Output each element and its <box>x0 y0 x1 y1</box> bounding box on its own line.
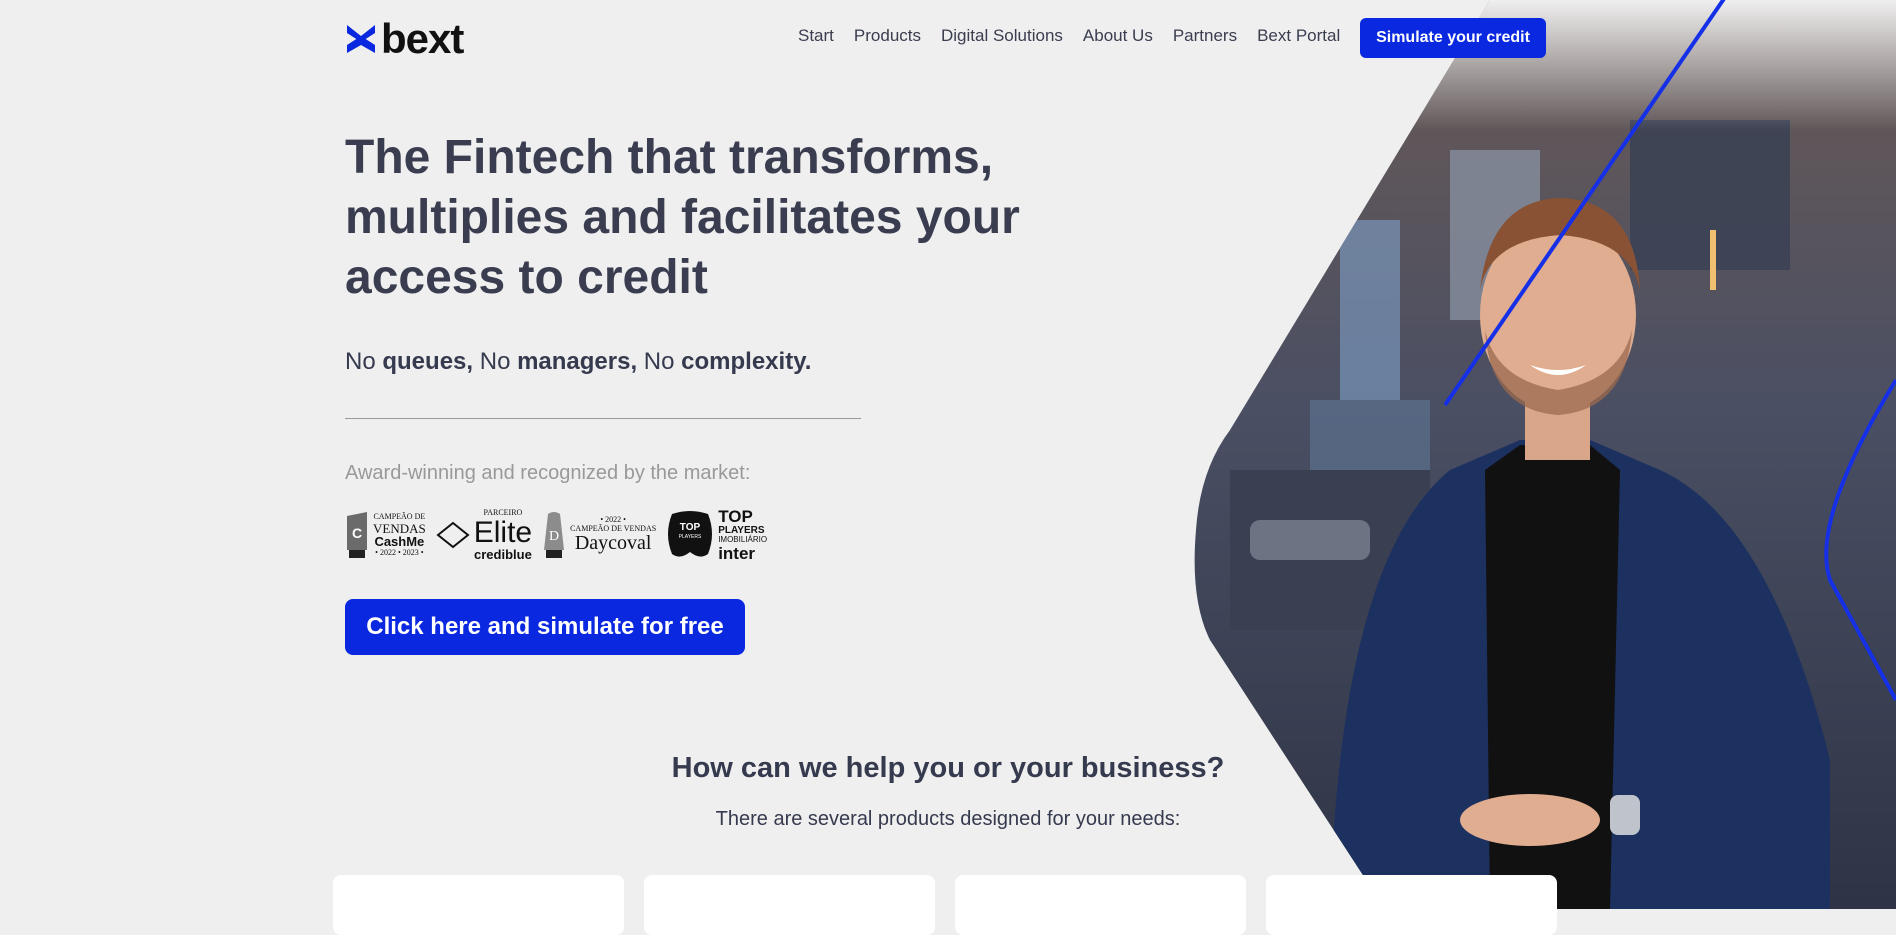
product-card[interactable] <box>1266 875 1557 935</box>
diamond-icon <box>436 522 470 549</box>
award-cashme-line3: CashMe <box>374 534 425 550</box>
award-elite-line2: Elite <box>473 515 533 549</box>
simulate-free-button[interactable]: Click here and simulate for free <box>345 599 745 655</box>
subline-keyword: complexity. <box>681 348 812 375</box>
subline-keyword: managers, <box>517 348 638 375</box>
top-badge-small-text: PLAYERS <box>679 534 702 540</box>
product-cards <box>333 875 1557 935</box>
award-inter-line4: inter <box>718 543 756 563</box>
nav-item-partners[interactable]: Partners <box>1173 26 1237 46</box>
subline-part: No <box>637 348 682 375</box>
products-subtitle: There are several products designed for … <box>715 808 1181 830</box>
award-cashme-line4: • 2022 • 2023 • <box>375 547 424 557</box>
simulate-credit-button[interactable]: Simulate your credit <box>1360 18 1546 58</box>
nav-item-start[interactable]: Start <box>798 26 834 46</box>
subline-part: No <box>473 348 518 375</box>
award-daycoval: D • 2022 • CAMPEÃO DE VENDAS Daycoval <box>542 512 656 559</box>
awards-row: C CAMPEÃO DE VENDAS CashMe • 2022 • 2023… <box>345 508 767 563</box>
hero-headline: The Fintech that transforms, multiplies … <box>345 131 1020 304</box>
award-daycoval-line3: Daycoval <box>574 532 652 555</box>
award-crediblue-elite: PARCEIRO Elite crediblue <box>436 508 533 562</box>
award-inter-top-players: TOP PLAYERS TOP PLAYERS IMOBILIÁRIO inte… <box>666 508 767 563</box>
nav-item-products[interactable]: Products <box>854 26 921 46</box>
bext-logo-icon <box>347 25 375 53</box>
product-card[interactable] <box>955 875 1246 935</box>
award-elite-line3: crediblue <box>474 546 532 562</box>
products-title: How can we help you or your business? <box>671 752 1225 784</box>
subline-keyword: queues, <box>382 348 474 375</box>
award-cashme: C CAMPEÃO DE VENDAS CashMe • 2022 • 2023… <box>345 512 426 559</box>
svg-text:D: D <box>549 529 559 544</box>
nav-item-bext-portal[interactable]: Bext Portal <box>1257 26 1340 46</box>
hero-subline: No queues, No managers, No complexity. <box>345 348 811 376</box>
trophy-icon: C <box>347 512 367 559</box>
product-card[interactable] <box>644 875 935 935</box>
brand-wordmark: bext <box>381 15 464 62</box>
award-inter-line1: TOP <box>718 507 753 526</box>
product-card[interactable] <box>333 875 624 935</box>
top-badge-text: TOP <box>680 522 701 533</box>
award-cashme-line2: VENDAS <box>373 520 426 536</box>
awards-caption: Award-winning and recognized by the mark… <box>345 462 751 484</box>
main-nav: Start Products Digital Solutions About U… <box>798 26 1340 46</box>
brand-logo[interactable]: bext <box>345 15 464 62</box>
top-players-badge-icon: TOP PLAYERS <box>668 511 713 557</box>
nav-item-about-us[interactable]: About Us <box>1083 26 1153 46</box>
subline-part: No <box>345 348 383 375</box>
svg-text:C: C <box>352 525 362 541</box>
hero-divider <box>345 418 861 419</box>
nav-item-digital-solutions[interactable]: Digital Solutions <box>941 26 1063 46</box>
trophy-icon: D <box>544 512 565 559</box>
